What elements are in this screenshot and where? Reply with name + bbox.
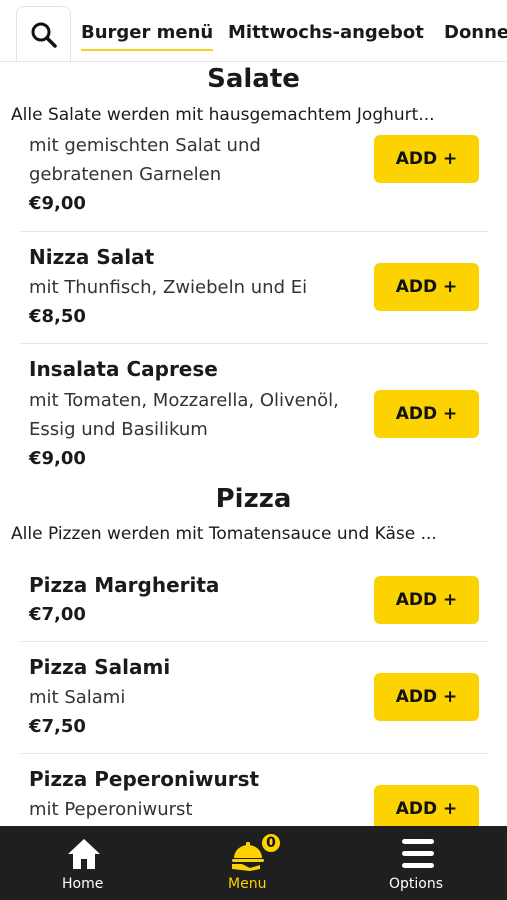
menu-item: Pizza Peperoniwurst mit Peperoniwurst AD… <box>20 754 488 826</box>
section-description-salate: Alle Salate werden mit hausgemachtem Jog… <box>11 105 435 125</box>
add-button[interactable]: ADD + <box>374 135 479 183</box>
menu-item: mit gemischten Salat und gebratenen Garn… <box>20 126 488 232</box>
item-price: €8,50 <box>29 306 86 327</box>
add-button[interactable]: ADD + <box>374 263 479 311</box>
nav-options[interactable]: Options <box>378 826 458 900</box>
item-price: €9,00 <box>29 448 86 469</box>
item-description: mit Peperoniwurst <box>29 799 193 820</box>
tab-donne[interactable]: Donne <box>444 22 507 43</box>
search-icon <box>31 22 57 48</box>
nav-options-label: Options <box>389 876 444 892</box>
item-name: Pizza Peperoniwurst <box>29 767 260 791</box>
nav-home[interactable]: Home <box>44 826 124 900</box>
bottom-navigation: Home 0 Menu Options <box>0 826 507 900</box>
add-button[interactable]: ADD + <box>374 390 479 438</box>
item-price: €7,50 <box>29 716 86 737</box>
search-button[interactable] <box>16 6 71 61</box>
item-name: Insalata Caprese <box>29 357 218 381</box>
section-title-pizza: Pizza <box>215 484 292 514</box>
nav-home-label: Home <box>62 876 104 892</box>
item-name: Pizza Salami <box>29 655 171 679</box>
item-price: €9,00 <box>29 193 86 214</box>
tab-burger-menu[interactable]: Burger menü <box>81 22 214 51</box>
add-button[interactable]: ADD + <box>374 576 479 624</box>
home-icon <box>68 839 100 869</box>
section-title-salate: Salate <box>207 64 300 94</box>
cart-count-badge: 0 <box>260 832 282 854</box>
item-name: Nizza Salat <box>29 245 155 269</box>
menu-item: Nizza Salat mit Thunfisch, Zwiebeln und … <box>20 232 488 344</box>
nav-menu-label: Menu <box>228 876 267 892</box>
hamburger-menu-icon <box>402 839 434 868</box>
section-description-pizza: Alle Pizzen werden mit Tomatensauce und … <box>11 524 437 544</box>
item-description: mit Tomaten, Mozzarella, Olivenöl, Essig… <box>29 390 339 440</box>
tab-mittwochs-angebot[interactable]: Mittwochs-angebot <box>228 22 424 43</box>
item-description: mit Thunfisch, Zwiebeln und Ei <box>29 277 308 298</box>
item-price: €7,00 <box>29 604 86 625</box>
add-button[interactable]: ADD + <box>374 673 479 721</box>
menu-item: Pizza Margherita €7,00 ADD + <box>20 560 488 642</box>
menu-item: Pizza Salami mit Salami €7,50 ADD + <box>20 642 488 754</box>
menu-item: Insalata Caprese mit Tomaten, Mozzarella… <box>20 344 488 484</box>
item-description: mit gemischten Salat und gebratenen Garn… <box>29 135 261 185</box>
category-bar: Burger menü Mittwochs-angebot Donne <box>0 0 507 62</box>
item-name: Pizza Margherita <box>29 573 220 597</box>
add-button[interactable]: ADD + <box>374 785 479 826</box>
nav-menu[interactable]: 0 Menu <box>208 826 288 900</box>
menu-content: Salate Alle Salate werden mit hausgemach… <box>0 62 507 826</box>
item-description: mit Salami <box>29 687 126 708</box>
